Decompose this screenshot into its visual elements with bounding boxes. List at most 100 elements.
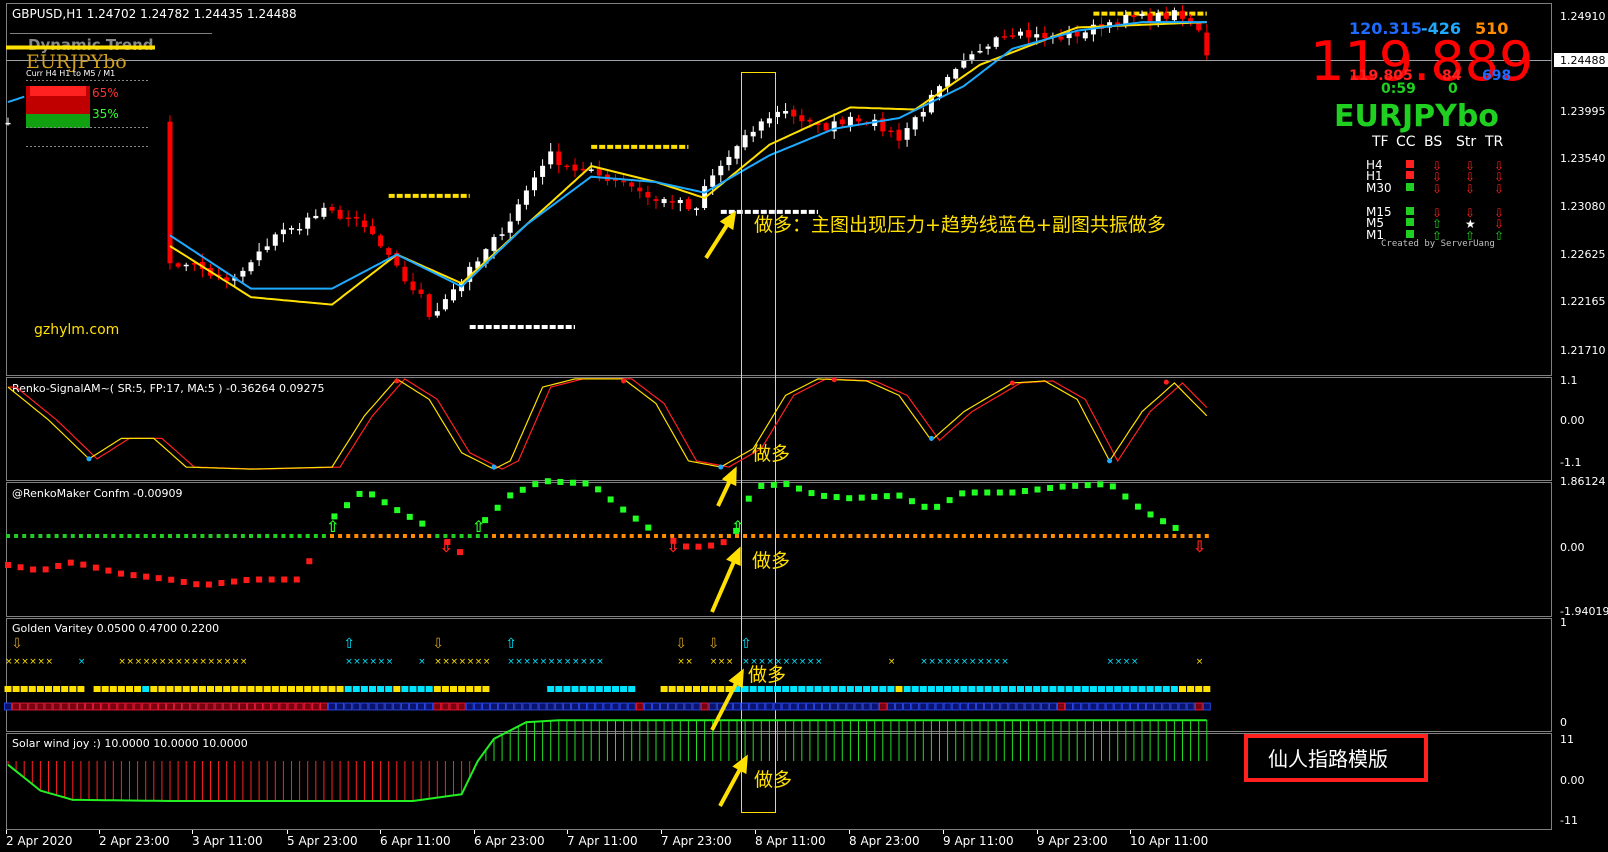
candle-body: [807, 119, 813, 122]
panel3-box: [1040, 702, 1049, 711]
panel2-base-dot: [1180, 534, 1185, 538]
panel4-label: 11: [1560, 733, 1574, 746]
candle: [572, 158, 578, 178]
candle: [734, 144, 740, 165]
current-price-label: 1.24488: [1560, 54, 1606, 67]
panel2-base-dot: [216, 534, 221, 538]
panel2-square: [92, 564, 99, 571]
candle-body: [337, 209, 343, 219]
panel3-bar: [1162, 686, 1170, 692]
candle-body: [418, 289, 424, 294]
panel3-box: [1202, 702, 1211, 711]
panel3-box: [943, 702, 952, 711]
panel2-up-arrow: ⇧: [326, 517, 339, 536]
panel3-box: [214, 702, 223, 711]
panel3-bar: [587, 686, 595, 692]
panel3-bar: [482, 686, 490, 692]
panel3-bar: [28, 686, 36, 692]
price-axis: 1.24910 1.24488 1.23995 1.23540 1.23080 …: [1554, 10, 1608, 357]
panel3-bar: [830, 686, 838, 692]
time-label: 9 Apr 11:00: [943, 834, 1014, 848]
panel3-bar: [1000, 686, 1008, 692]
panel3-box: [133, 702, 142, 711]
panel2-base-dot: [791, 534, 796, 538]
panel2-square: [984, 489, 991, 496]
panel3-bar: [563, 686, 571, 692]
panel2-base-dot: [694, 534, 699, 538]
panel2-base-dot: [1002, 534, 1007, 538]
panel1-label: 0.00: [1560, 414, 1585, 427]
panel2-base-dot: [710, 534, 715, 538]
panel2-base-dot: [87, 534, 91, 538]
panel3-box: [101, 702, 110, 711]
candle: [434, 302, 440, 318]
panel2-base-dot: [168, 534, 172, 538]
panel2-square: [971, 489, 978, 496]
info-row-cc: [1406, 183, 1414, 191]
candle-body: [742, 135, 748, 148]
panel3-box: [392, 702, 401, 711]
panel1-title: Renko-SignalAM~( SR:5, FP:17, MA:5 ) -0.…: [12, 382, 324, 395]
panel3-box: [490, 702, 498, 711]
panel3-box: [28, 702, 37, 711]
panel2-square: [996, 489, 1003, 496]
candle-body: [783, 110, 789, 114]
panel4-histogram: [7, 719, 1208, 802]
panel2-base-dot: [1026, 534, 1031, 538]
candle-body: [1147, 13, 1153, 22]
panel3-box: [854, 702, 863, 711]
panel3-bar: [377, 686, 385, 692]
panel3-box: [546, 702, 555, 711]
mt4-chart-canvas[interactable]: GBPUSD,H1 1.24702 1.24782 1.24435 1.2448…: [0, 0, 1608, 852]
panel2-square: [946, 497, 953, 504]
candle: [515, 199, 521, 225]
info-col-str: Str: [1456, 134, 1476, 150]
panel2-base-dot: [200, 534, 205, 538]
candle-body: [580, 168, 586, 171]
info-timer: 0:59: [1381, 81, 1416, 97]
panel3-x-mark: ×: [175, 657, 183, 667]
panel3-x-mark: ×: [167, 657, 175, 667]
panel3-bar: [20, 686, 28, 692]
candle-body: [791, 109, 797, 117]
panel3-x-mark: ×: [459, 657, 467, 667]
candle: [985, 43, 991, 55]
panel3-bar: [1114, 686, 1122, 692]
panel3-box: [263, 702, 272, 711]
panel3-bar: [263, 686, 271, 692]
panel2-base-dot: [864, 534, 869, 538]
candle: [410, 273, 416, 295]
candlestick-series[interactable]: [5, 5, 1210, 320]
dyn-pct-green: 35%: [92, 107, 119, 121]
panel3-x-mark: ×: [977, 657, 985, 667]
panel3-box: [660, 702, 668, 711]
candle-body: [572, 164, 578, 171]
panel3-x-mark: ×: [378, 657, 386, 667]
panel2-base-dot: [378, 534, 383, 538]
candle: [645, 185, 651, 206]
panel3-box: [781, 702, 790, 711]
candle-body: [888, 130, 894, 133]
panel3-x-mark: ×: [799, 657, 807, 667]
panel2-base-dot: [978, 534, 982, 538]
panel2-square: [1072, 482, 1079, 489]
panel4-title: Solar wind joy :) 10.0000 10.0000 10.000…: [12, 737, 248, 750]
panel2-base-dot: [872, 534, 877, 538]
panel3-bar: [320, 686, 328, 692]
candle-body: [953, 69, 959, 79]
panel3-box: [174, 702, 183, 711]
candle: [280, 222, 286, 243]
panel3-bar: [757, 686, 765, 692]
panel3-arrow: ⇩: [708, 636, 720, 652]
panel3-bar: [1179, 686, 1186, 692]
candle: [1042, 26, 1048, 47]
panel3-box: [806, 702, 814, 711]
panel3-bar: [401, 686, 409, 692]
candle-body: [426, 294, 432, 317]
panel3-bar: [288, 686, 295, 692]
panel2-square: [519, 486, 526, 493]
panel3-box: [287, 702, 296, 711]
panel2-square: [143, 573, 150, 580]
panel3-x-mark: ×: [467, 657, 475, 667]
panel2-base-dot: [362, 534, 367, 538]
